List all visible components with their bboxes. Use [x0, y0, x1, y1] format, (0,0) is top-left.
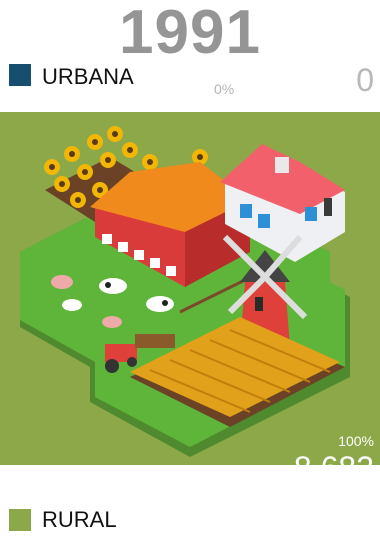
rural-legend-swatch — [9, 509, 31, 531]
urban-legend-swatch — [9, 64, 31, 86]
rural-value: 8.683 — [293, 450, 374, 486]
year-title: 1991 — [119, 0, 261, 67]
rural-percent: 100% — [338, 433, 374, 449]
urban-value: 0 — [356, 62, 374, 98]
urban-legend-label: URBANA — [42, 64, 134, 89]
rural-legend-label: RURAL — [42, 507, 117, 532]
farm-illustration — [0, 112, 380, 465]
urban-percent: 0% — [214, 81, 235, 97]
farm-icon — [20, 126, 350, 457]
